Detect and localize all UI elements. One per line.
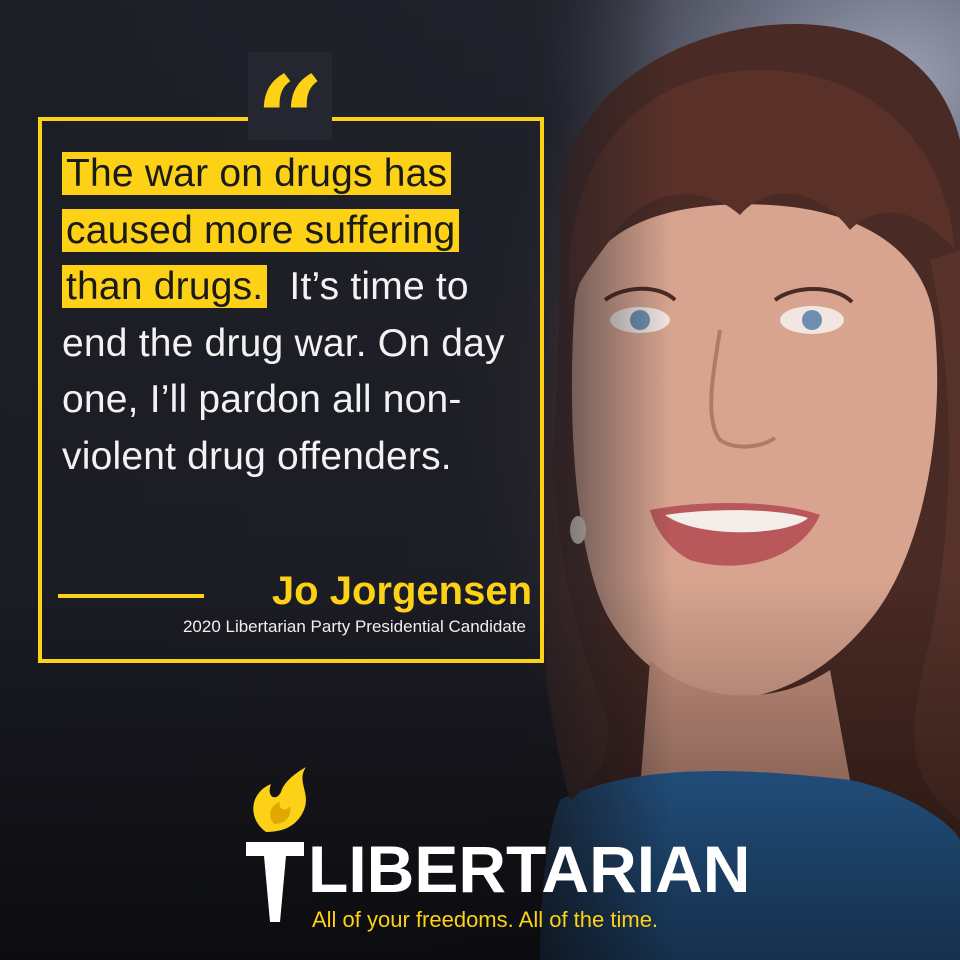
quote-highlight-line: The war on drugs has <box>62 152 452 195</box>
attribution-name: Jo Jorgensen <box>271 569 532 613</box>
logo-tagline: All of your freedoms. All of the time. <box>312 907 659 932</box>
torch-icon <box>246 767 306 922</box>
quote-highlight-line: caused more suffering <box>62 208 460 252</box>
quote-highlight-line: than drugs. <box>62 265 268 308</box>
attribution-title: 2020 Libertarian Party Presidential Cand… <box>182 617 526 636</box>
logo-wordmark: LIBERTARIAN <box>308 832 751 906</box>
quote-mark-icon: “ <box>248 52 332 190</box>
quote-text: The war on drugs has caused more sufferi… <box>62 146 532 485</box>
attribution-rule <box>58 594 204 598</box>
